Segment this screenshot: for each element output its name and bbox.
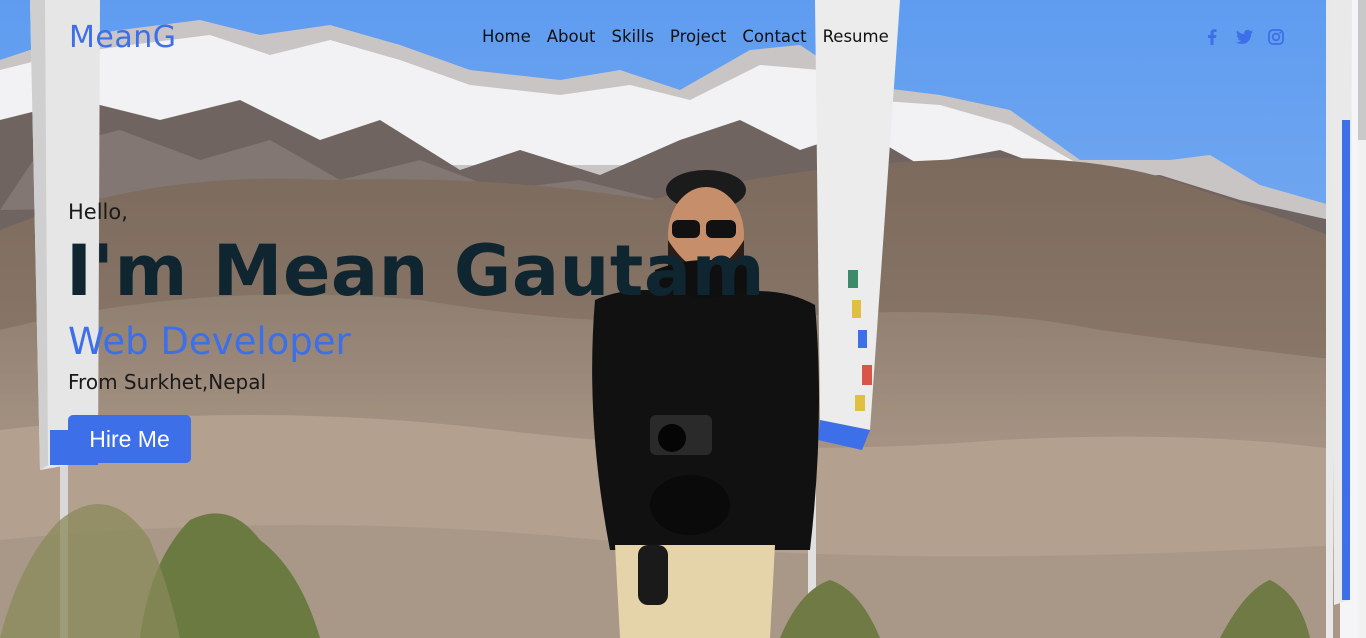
nav-project[interactable]: Project	[670, 27, 726, 46]
hero-location: From Surkhet,Nepal	[68, 370, 267, 394]
nav-contact[interactable]: Contact	[742, 27, 806, 46]
twitter-icon[interactable]	[1234, 27, 1254, 47]
hero-greeting: Hello,	[68, 200, 128, 224]
nav-skills[interactable]: Skills	[612, 27, 654, 46]
facebook-icon[interactable]	[1202, 27, 1222, 47]
scrollbar[interactable]	[1358, 0, 1366, 638]
instagram-icon[interactable]	[1266, 27, 1286, 47]
navbar: MeanG Home About Skills Project Contact …	[0, 0, 1366, 76]
nav-about[interactable]: About	[547, 27, 596, 46]
social-links	[1202, 27, 1286, 47]
hero-name: I'm Mean Gautam	[66, 230, 766, 312]
hero-role: Web Developer	[68, 320, 351, 363]
nav-home[interactable]: Home	[482, 27, 531, 46]
scrollbar-thumb[interactable]	[1358, 0, 1366, 140]
nav-resume[interactable]: Resume	[823, 27, 889, 46]
hire-me-button[interactable]: Hire Me	[68, 415, 191, 463]
brand-logo[interactable]: MeanG	[69, 20, 177, 55]
hero-background-photo	[0, 0, 1366, 638]
nav-links: Home About Skills Project Contact Resume	[482, 27, 905, 46]
